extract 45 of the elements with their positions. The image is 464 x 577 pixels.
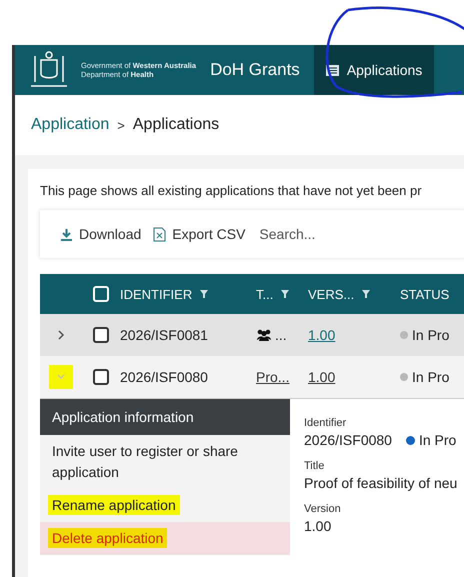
column-header[interactable]: VERS... — [308, 286, 354, 302]
spreadsheet-file-icon — [153, 226, 166, 242]
identifier-cell-text: 2026/ISF0081 — [120, 327, 209, 343]
field-label: Identifier — [304, 417, 348, 429]
app-title: DoH Grants — [210, 60, 300, 80]
status-text: In Pro — [418, 432, 456, 448]
field-value: Proof of feasibility of neu — [304, 475, 458, 491]
status-dot-icon — [400, 331, 408, 339]
field-value: 2026/ISF0080 — [304, 432, 392, 448]
breadcrumb-item: Applications — [132, 116, 220, 134]
group-icon — [256, 329, 272, 341]
version-link[interactable]: 1.00 — [308, 369, 336, 385]
export-csv-button[interactable]: Export CSV — [153, 226, 246, 242]
title-cell: ... — [275, 327, 287, 343]
breadcrumb-separator: > — [117, 118, 125, 132]
table-row[interactable]: 2026/ISF0080 Pro... 1.00 In Pro — [40, 356, 464, 398]
search-field[interactable]: Search... — [257, 225, 352, 243]
menu-item[interactable]: Delete application — [40, 522, 290, 555]
filter-icon[interactable] — [200, 290, 208, 298]
page-description: This page shows all existing applications that have not yet been pr — [40, 183, 423, 198]
menu-item[interactable]: Invite user to register or share application — [40, 435, 290, 489]
menu-title: Application information — [40, 399, 290, 435]
row-checkbox[interactable] — [93, 327, 109, 343]
filter-icon[interactable] — [281, 290, 290, 298]
download-icon — [60, 228, 73, 240]
field-label: Version — [304, 503, 342, 515]
menu-item[interactable]: Rename application — [40, 489, 290, 522]
status-dot-icon — [400, 373, 408, 381]
row-checkbox[interactable] — [93, 369, 109, 385]
version-link[interactable]: 1.00 — [308, 327, 336, 343]
download-button[interactable]: Download — [60, 226, 142, 242]
identifier-cell-text: 2026/ISF0080 — [120, 369, 209, 385]
column-header[interactable]: STATUS — [400, 286, 450, 302]
field-value: 1.00 — [304, 518, 332, 534]
table-row[interactable]: 2026/ISF0081 ... 1.00 In Pro — [40, 314, 464, 356]
status-cell: In Pro — [412, 369, 450, 385]
breadcrumb-item[interactable]: Application — [31, 116, 110, 134]
column-header[interactable]: T... — [256, 286, 274, 302]
select-all-checkbox[interactable] — [93, 286, 109, 302]
filter-icon[interactable] — [362, 290, 370, 298]
column-header[interactable]: IDENTIFIER — [120, 286, 192, 302]
status-cell: In Pro — [412, 327, 450, 343]
title-cell[interactable]: Pro... — [256, 369, 290, 385]
nav-tab[interactable]: Applications — [314, 45, 434, 95]
field-label: Title — [304, 460, 326, 472]
